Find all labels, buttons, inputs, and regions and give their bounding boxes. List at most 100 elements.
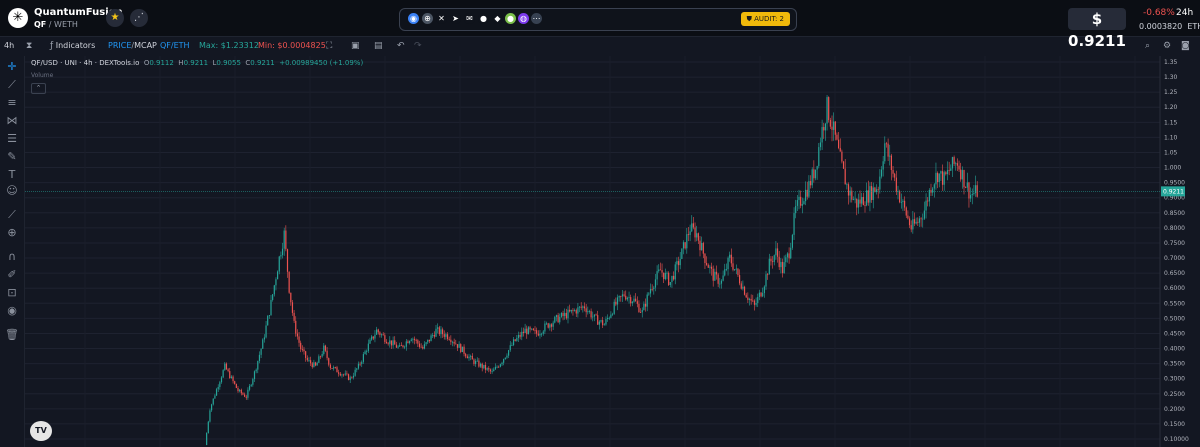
- price-option[interactable]: PRICE: [108, 41, 131, 50]
- pitchfork-icon[interactable]: ⋈: [5, 114, 19, 128]
- indicators-button[interactable]: ƒ Indicators: [50, 41, 95, 51]
- candle-body: [509, 345, 511, 351]
- fib-retracement-icon[interactable]: ☰: [5, 132, 19, 146]
- website-globe-icon[interactable]: ⊕: [422, 13, 433, 24]
- price-chart[interactable]: 1.351.301.251.201.151.101.051.0000.95000…: [25, 56, 1200, 447]
- change-period: 24h: [1176, 8, 1194, 18]
- camera-icon[interactable]: ◙: [1181, 41, 1190, 51]
- candle-body: [785, 257, 787, 263]
- candle-body: [704, 253, 706, 264]
- ruler-icon[interactable]: ⟋: [5, 208, 19, 222]
- candle-body: [674, 264, 676, 280]
- dextools-icon[interactable]: ◉: [408, 13, 419, 24]
- fullscreen-icon[interactable]: ⛶: [326, 41, 332, 51]
- favorite-star-icon[interactable]: ★: [106, 9, 124, 27]
- candle-body: [318, 356, 320, 363]
- screenshot-icon[interactable]: ▣: [351, 41, 360, 51]
- candle-body: [597, 315, 599, 325]
- candle-body: [808, 181, 810, 197]
- magnet-icon[interactable]: ∩: [5, 250, 19, 264]
- trash-icon[interactable]: 🗑: [5, 328, 19, 342]
- blockchain-icon[interactable]: ◆: [492, 13, 503, 24]
- candle-body: [277, 271, 279, 280]
- price-mcap-toggle[interactable]: PRICE/MCAP: [108, 41, 157, 50]
- brush-icon[interactable]: ✎: [5, 150, 19, 164]
- candle-body: [582, 306, 584, 308]
- candle-body: [861, 196, 863, 204]
- candle-body: [877, 189, 879, 191]
- settings-gear-icon[interactable]: ⚙: [1163, 41, 1171, 51]
- candle-body: [240, 389, 242, 394]
- candle-body: [616, 297, 619, 305]
- collapse-legend-chevron-up-icon[interactable]: ⌃: [31, 83, 46, 94]
- lock-icon[interactable]: ⊡: [5, 286, 19, 300]
- candle-body: [478, 360, 480, 367]
- audit-badge[interactable]: ⛊ AUDIT: 2: [740, 12, 790, 26]
- telegram-icon[interactable]: ➤: [450, 13, 461, 24]
- candle-body: [628, 297, 630, 298]
- candle-body: [258, 354, 261, 361]
- y-tick-label: 1.15: [1164, 119, 1178, 126]
- candle-body: [798, 196, 800, 201]
- y-tick-label: 0.1500: [1164, 421, 1185, 428]
- candle-body: [333, 367, 335, 369]
- coingecko-icon[interactable]: ●: [505, 13, 516, 24]
- candle-body: [661, 269, 663, 273]
- x-twitter-icon[interactable]: ✕: [436, 13, 447, 24]
- candle-body: [248, 385, 251, 390]
- quote-symbol: WETH: [54, 20, 78, 29]
- candle-body: [483, 364, 485, 369]
- candle-body: [904, 200, 906, 208]
- share-icon[interactable]: ⋰: [130, 9, 148, 27]
- emoji-icon[interactable]: ☺: [5, 184, 19, 198]
- candle-body: [895, 177, 897, 192]
- zoom-in-icon[interactable]: ⊕: [5, 226, 19, 240]
- candle-body: [724, 269, 726, 276]
- zoom-search-icon[interactable]: ⌕: [1145, 41, 1150, 51]
- candle-body: [262, 339, 264, 349]
- candle-body: [541, 333, 543, 335]
- candle-body: [927, 200, 929, 202]
- hide-drawings-eye-icon[interactable]: ◉: [5, 304, 19, 318]
- explorer-icon[interactable]: ◍: [518, 13, 529, 24]
- candle-body: [587, 311, 589, 313]
- y-tick-label: 0.8000: [1164, 225, 1185, 232]
- candle-body: [620, 296, 622, 297]
- candle-body: [765, 274, 767, 287]
- y-tick-label: 0.9500: [1164, 180, 1185, 187]
- candle-body: [846, 184, 848, 186]
- candle-body: [869, 186, 871, 203]
- candle-body: [691, 223, 693, 232]
- legend-low-value: 0.9055: [216, 59, 241, 67]
- pair-quote-toggle[interactable]: QF/ETH: [160, 41, 190, 50]
- candle-body: [453, 341, 455, 344]
- candle-body: [829, 119, 831, 127]
- candle-body: [539, 333, 541, 336]
- save-layout-icon[interactable]: ▤: [374, 41, 383, 51]
- candle-body: [366, 351, 368, 352]
- candle-body: [719, 283, 721, 285]
- horizontal-lines-icon[interactable]: ≡: [5, 96, 19, 110]
- candle-body: [499, 364, 501, 367]
- tradingview-logo-icon[interactable]: TV: [30, 421, 52, 441]
- candle-body: [692, 223, 694, 228]
- timeframe-selector[interactable]: 4h: [4, 41, 14, 50]
- keep-drawing-icon[interactable]: ✐: [5, 268, 19, 282]
- candle-body: [352, 375, 355, 378]
- candle-body: [572, 309, 574, 311]
- text-tool-icon[interactable]: T: [5, 168, 19, 182]
- candle-body: [973, 193, 975, 195]
- candle-type-icon[interactable]: ⧗: [26, 41, 32, 51]
- redo-icon[interactable]: ↷: [414, 41, 422, 51]
- candle-body: [552, 322, 554, 327]
- candle-body: [488, 368, 490, 370]
- undo-icon[interactable]: ↶: [397, 41, 405, 51]
- mcap-option[interactable]: MCAP: [134, 41, 157, 50]
- candle-body: [791, 234, 793, 248]
- medium-icon[interactable]: ●: [478, 13, 489, 24]
- crosshair-icon[interactable]: ✛: [5, 60, 19, 74]
- trendline-icon[interactable]: ⟋: [5, 78, 19, 92]
- email-icon[interactable]: ✉: [464, 13, 475, 24]
- more-links-icon[interactable]: ⋯: [531, 13, 542, 24]
- candle-body: [496, 366, 498, 368]
